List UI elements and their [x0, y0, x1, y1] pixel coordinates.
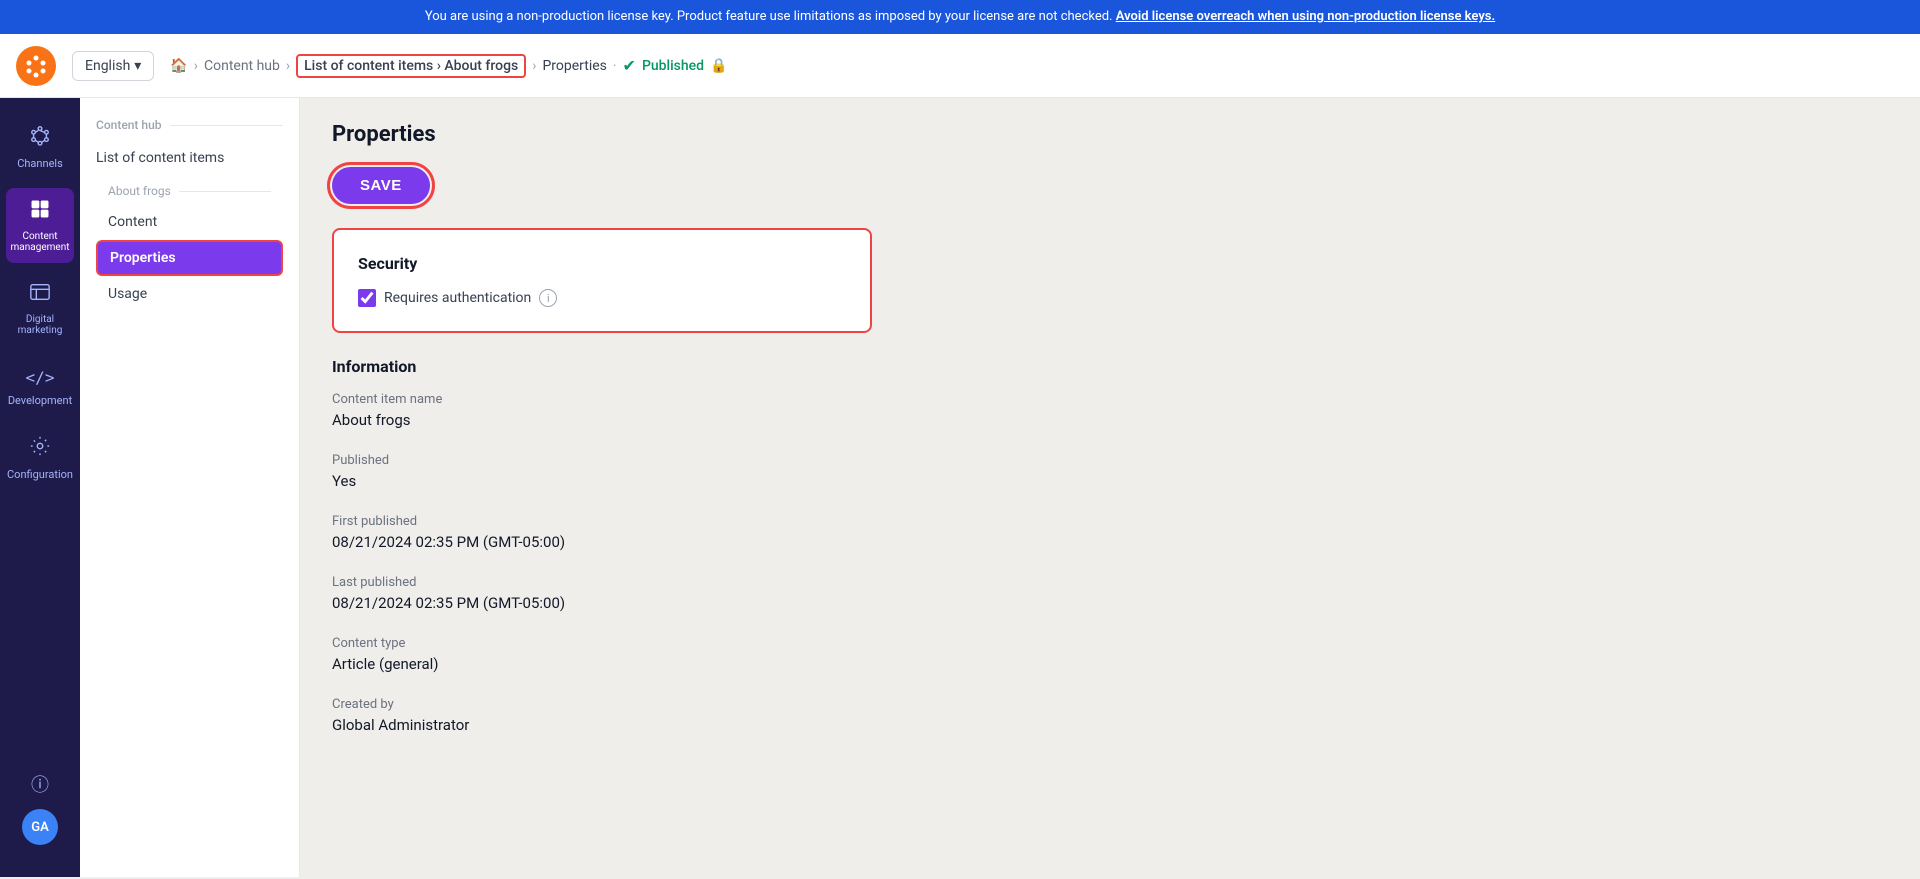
- sub-nav-group-about-frogs: About frogs: [96, 180, 283, 202]
- sidebar-item-configuration[interactable]: Configuration: [6, 425, 74, 491]
- info-label-created-by: Created by: [332, 697, 1152, 712]
- banner-text: You are using a non-production license k…: [425, 9, 1113, 24]
- requires-auth-label: Requires authentication: [384, 290, 531, 306]
- breadcrumb: 🏠 › Content hub › List of content items …: [170, 54, 1904, 78]
- info-label-published: Published: [332, 453, 1152, 468]
- banner-link[interactable]: Avoid license overreach when using non-p…: [1116, 9, 1495, 24]
- development-icon: </>: [26, 364, 55, 388]
- sub-nav-content[interactable]: Content: [96, 206, 283, 238]
- info-value-content-type: Article (general): [332, 655, 1152, 673]
- info-field-created-by: Created by Global Administrator: [332, 697, 1152, 734]
- sidebar-label-content-management: Content management: [11, 231, 70, 253]
- header-bar: English ▾ 🏠 › Content hub › List of cont…: [0, 34, 1920, 98]
- check-icon: ✔: [623, 56, 636, 75]
- info-field-name: Content item name About frogs: [332, 392, 1152, 429]
- sidebar-label-development: Development: [8, 394, 72, 407]
- sidebar-bottom: ⓘ GA: [22, 771, 58, 861]
- breadcrumb-content-hub[interactable]: Content hub: [204, 58, 280, 74]
- info-field-published: Published Yes: [332, 453, 1152, 490]
- language-selector[interactable]: English ▾: [72, 51, 154, 81]
- info-button[interactable]: ⓘ: [31, 771, 49, 797]
- info-label-content-type: Content type: [332, 636, 1152, 651]
- sub-nav-list-items[interactable]: List of content items: [96, 144, 283, 172]
- license-banner: You are using a non-production license k…: [0, 0, 1920, 34]
- digital-marketing-icon: [29, 281, 51, 308]
- breadcrumb-properties: Properties: [542, 58, 606, 74]
- info-field-first-published: First published 08/21/2024 02:35 PM (GMT…: [332, 514, 1152, 551]
- requires-auth-checkbox[interactable]: [358, 289, 376, 307]
- breadcrumb-list-items[interactable]: List of content items › About frogs: [296, 54, 526, 78]
- breadcrumb-home[interactable]: 🏠: [170, 58, 187, 74]
- info-label-first-published: First published: [332, 514, 1152, 529]
- sub-sidebar: Content hub List of content items About …: [80, 98, 300, 877]
- channels-icon: [29, 124, 51, 151]
- security-title: Security: [358, 254, 846, 273]
- save-button[interactable]: SAVE: [332, 167, 430, 204]
- published-label: Published: [642, 58, 704, 74]
- sub-nav-usage[interactable]: Usage: [96, 278, 283, 310]
- breadcrumb-sep-1: ›: [194, 58, 198, 74]
- information-section: Information Content item name About frog…: [332, 357, 1152, 734]
- app-logo[interactable]: [16, 46, 56, 86]
- security-card: Security Requires authentication i: [332, 228, 872, 333]
- sub-sidebar-section-content-hub: Content hub: [96, 118, 283, 132]
- sidebar-item-digital-marketing[interactable]: Digital marketing: [6, 271, 74, 346]
- info-field-last-published: Last published 08/21/2024 02:35 PM (GMT-…: [332, 575, 1152, 612]
- info-label-last-published: Last published: [332, 575, 1152, 590]
- sidebar-item-channels[interactable]: Channels: [6, 114, 74, 180]
- info-value-last-published: 08/21/2024 02:35 PM (GMT-05:00): [332, 594, 1152, 612]
- content-management-icon: [29, 198, 51, 225]
- breadcrumb-sep-2: ›: [286, 58, 290, 74]
- info-field-content-type: Content type Article (general): [332, 636, 1152, 673]
- language-label: English: [85, 58, 130, 74]
- sidebar-label-digital-marketing: Digital marketing: [14, 314, 66, 336]
- info-value-published: Yes: [332, 472, 1152, 490]
- sidebar-item-development[interactable]: </> Development: [6, 354, 74, 417]
- lock-icon: 🔒: [710, 58, 727, 74]
- info-value-first-published: 08/21/2024 02:35 PM (GMT-05:00): [332, 533, 1152, 551]
- published-badge: ✔ Published 🔒: [623, 56, 728, 75]
- sidebar-label-configuration: Configuration: [7, 468, 73, 481]
- sidebar-item-content-management[interactable]: Content management: [6, 188, 74, 263]
- main-content: Properties SAVE Security Requires authen…: [300, 98, 1920, 877]
- info-value-name: About frogs: [332, 411, 1152, 429]
- sidebar: Channels Content management: [0, 98, 80, 877]
- main-layout: Channels Content management: [0, 98, 1920, 877]
- sidebar-label-channels: Channels: [17, 157, 63, 170]
- info-label-name: Content item name: [332, 392, 1152, 407]
- auth-info-icon[interactable]: i: [539, 289, 557, 307]
- avatar[interactable]: GA: [22, 809, 58, 845]
- gear-icon: [29, 435, 51, 462]
- information-title: Information: [332, 357, 1152, 376]
- info-value-created-by: Global Administrator: [332, 716, 1152, 734]
- breadcrumb-sep-4: ·: [613, 58, 617, 74]
- sub-nav-properties[interactable]: Properties: [96, 240, 283, 276]
- chevron-down-icon: ▾: [134, 58, 141, 74]
- breadcrumb-sep-3: ›: [532, 58, 536, 74]
- auth-checkbox-row: Requires authentication i: [358, 289, 846, 307]
- page-title: Properties: [332, 122, 1888, 147]
